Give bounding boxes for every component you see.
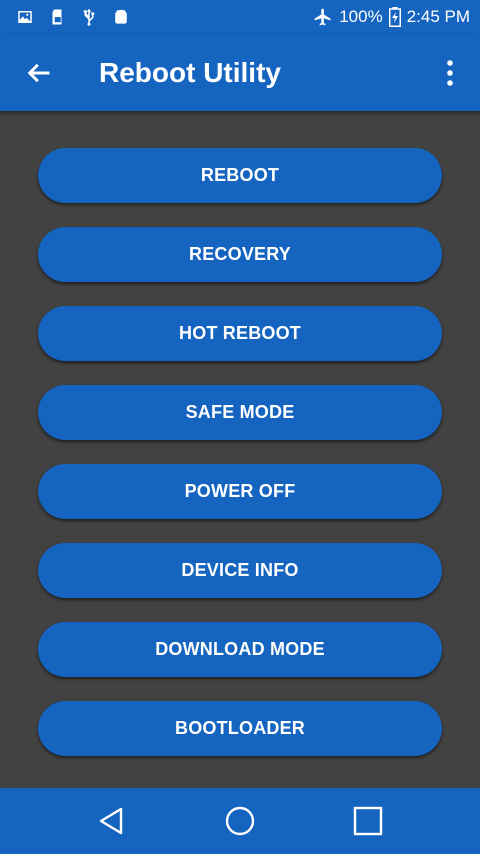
back-button[interactable] (0, 34, 78, 111)
nav-home-icon (225, 806, 255, 836)
more-vert-icon (447, 59, 453, 86)
recovery-button[interactable]: RECOVERY (38, 227, 442, 282)
sd-card-icon (52, 9, 62, 25)
page-title: Reboot Utility (99, 56, 281, 88)
nav-back-button[interactable] (48, 788, 176, 854)
android-icon (115, 9, 127, 24)
navigation-bar (0, 788, 480, 854)
nav-recents-button[interactable] (304, 788, 432, 854)
clock: 2:45 PM (406, 7, 470, 26)
system-status: 100% 2:45 PM (313, 7, 470, 27)
notification-icons (16, 8, 130, 26)
nav-home-button[interactable] (176, 788, 304, 854)
nav-back-icon (99, 807, 123, 835)
action-buttons: REBOOT RECOVERY HOT REBOOT SAFE MODE POW… (38, 148, 442, 780)
status-bar: 100% 2:45 PM (0, 0, 480, 34)
reboot-button[interactable]: REBOOT (38, 148, 442, 203)
battery-charging-icon (388, 7, 401, 27)
hot-reboot-button[interactable]: HOT REBOOT (38, 306, 442, 361)
airplane-icon (314, 8, 331, 26)
bootloader-button[interactable]: BOOTLOADER (38, 701, 442, 756)
overflow-menu-button[interactable] (420, 34, 480, 111)
safe-mode-button[interactable]: SAFE MODE (38, 385, 442, 440)
image-icon (18, 11, 32, 23)
power-off-button[interactable]: POWER OFF (38, 464, 442, 519)
battery-percent: 100% (339, 7, 383, 26)
nav-recents-icon (353, 806, 383, 836)
arrow-back-icon (27, 63, 50, 82)
download-mode-button[interactable]: DOWNLOAD MODE (38, 622, 442, 677)
usb-icon (83, 8, 95, 26)
device-info-button[interactable]: DEVICE INFO (38, 543, 442, 598)
app-bar: Reboot Utility (0, 34, 480, 111)
